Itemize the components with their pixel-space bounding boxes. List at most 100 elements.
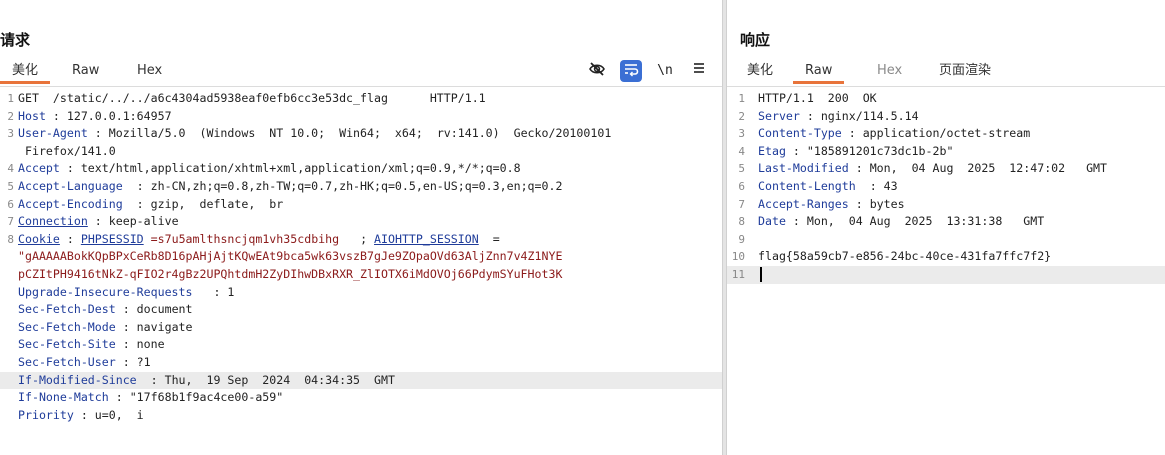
- header-name: Server: [758, 108, 800, 123]
- header-value: : 127.0.0.1:64957: [45, 108, 172, 123]
- code-line[interactable]: 3 Content-Type : application/octet-stream: [727, 125, 1165, 143]
- newline-icon[interactable]: \n: [654, 60, 676, 82]
- header-value: "gAAAAABokKQpBPxCeRb8D16pAHjAjtKQwEAt9bc…: [18, 249, 563, 264]
- code-text: User-Agent : Mozilla/5.0 (Windows NT 10.…: [18, 125, 718, 143]
- code-text: HTTP/1.1 200 OK: [758, 90, 1161, 108]
- code-line[interactable]: If-None-Match : "17f68b1f9ac4ce00-a59": [0, 389, 722, 407]
- header-name: Sec-Fetch-User: [18, 355, 116, 369]
- code-line[interactable]: 5 Last-Modified : Mon, 04 Aug 2025 12:47:…: [727, 160, 1165, 178]
- header-name: AIOHTTP_SESSION: [374, 231, 479, 246]
- code-line[interactable]: Priority : u=0, i: [0, 407, 722, 425]
- header-name: Sec-Fetch-Mode: [18, 319, 116, 334]
- code-text: Accept-Encoding : gzip, deflate, br: [18, 196, 718, 214]
- code-text: Accept-Language : zh-CN,zh;q=0.8,zh-TW;q…: [18, 178, 718, 196]
- header-name: If-None-Match: [18, 390, 109, 405]
- code-line[interactable]: 8 Cookie : PHPSESSID =s7u5amlthsncjqm1vh3…: [0, 231, 722, 249]
- code-line[interactable]: 6 Content-Length : 43: [727, 178, 1165, 196]
- tab-render[interactable]: 页面渲染: [927, 58, 1003, 84]
- header-name: Connection: [18, 214, 88, 229]
- request-panel: 请求 美化 Raw Hex \n 1 GET /static/../../a6c4…: [0, 0, 722, 455]
- code-text: pCZItPH9416tNkZ-qFIO2r4gBz2UPQhtdmH2ZyDI…: [18, 266, 718, 284]
- header-value: : navigate: [115, 319, 193, 334]
- line-number: 6: [7, 197, 14, 211]
- line-number: 8: [738, 215, 745, 229]
- header-value: : 43: [855, 179, 898, 193]
- header-value: : 1: [192, 284, 235, 299]
- header-name: Accept-Language: [18, 179, 123, 193]
- code-text: Host : 127.0.0.1:64957: [18, 108, 718, 126]
- code-text: Accept-Ranges : bytes: [758, 196, 1161, 214]
- code-line[interactable]: Sec-Fetch-Dest : document: [0, 301, 722, 319]
- tab-pretty[interactable]: 美化: [0, 58, 51, 84]
- header-value: : Mon, 04 Aug 2025 13:31:38 GMT: [785, 214, 1045, 229]
- tab-hex[interactable]: Hex: [865, 58, 914, 84]
- request-editor[interactable]: 1 GET /static/../../a6c4304ad5938eaf0efb6…: [0, 88, 722, 455]
- wrap-icon[interactable]: [620, 60, 642, 82]
- line-number: 3: [738, 127, 745, 141]
- line-number: 1: [738, 92, 745, 105]
- code-line[interactable]: 5 Accept-Language : zh-CN,zh;q=0.8,zh-TW;…: [0, 178, 722, 196]
- header-value: =s7u5amlthsncjqm1vh35cdbihg: [143, 231, 340, 246]
- code-line[interactable]: If-Modified-Since : Thu, 19 Sep 2024 04:…: [0, 371, 722, 390]
- code-line[interactable]: 11: [727, 266, 1165, 284]
- code-line[interactable]: 2 Host : 127.0.0.1:64957: [0, 108, 722, 126]
- code-text: Priority : u=0, i: [18, 407, 718, 425]
- code-text: Server : nginx/114.5.14: [758, 108, 1161, 126]
- tab-raw[interactable]: Raw: [793, 58, 845, 84]
- line-number: 5: [738, 162, 745, 176]
- code-line[interactable]: 4 Etag : "185891201c73dc1b-2b": [727, 143, 1165, 161]
- code-line[interactable]: 8 Date : Mon, 04 Aug 2025 13:31:38 GMT: [727, 213, 1165, 231]
- code-line[interactable]: 4 Accept : text/html,application/xhtml+xm…: [0, 160, 722, 178]
- code-text: Upgrade-Insecure-Requests : 1: [18, 284, 718, 302]
- header-name: Content-Type: [758, 126, 842, 141]
- tab-raw[interactable]: Raw: [60, 58, 111, 84]
- tab-hex[interactable]: Hex: [125, 58, 174, 84]
- menu-icon[interactable]: [688, 60, 710, 82]
- code-line[interactable]: "gAAAAABokKQpBPxCeRb8D16pAHjAjtKQwEAt9bc…: [0, 248, 722, 266]
- line-number: 7: [7, 215, 14, 229]
- code-line[interactable]: 9: [727, 231, 1165, 249]
- code-line[interactable]: Sec-Fetch-Site : none: [0, 336, 722, 354]
- eye-off-icon[interactable]: [586, 60, 608, 82]
- code-text: Sec-Fetch-Site : none: [18, 336, 718, 354]
- header-name: Sec-Fetch-Dest: [18, 302, 116, 317]
- code-line[interactable]: pCZItPH9416tNkZ-qFIO2r4gBz2UPQhtdmH2ZyDI…: [0, 266, 722, 284]
- line-number: 4: [738, 144, 745, 158]
- request-tabbar: 美化 Raw Hex \n: [0, 58, 722, 87]
- header-value: : Thu, 19 Sep 2024 04:34:35 GMT: [136, 372, 395, 387]
- line-number: 9: [738, 232, 745, 246]
- code-line[interactable]: Upgrade-Insecure-Requests : 1: [0, 284, 722, 302]
- code-text: If-Modified-Since : Thu, 19 Sep 2024 04:…: [18, 372, 718, 390]
- code-line[interactable]: 10 flag{58a59cb7-e856-24bc-40ce-431fa7ffc…: [727, 248, 1165, 266]
- header-name: PHPSESSID: [80, 231, 144, 246]
- line-number: 7: [738, 197, 745, 211]
- header-name: Last-Modified: [758, 161, 849, 176]
- code-line[interactable]: 6 Accept-Encoding : gzip, deflate, br: [0, 196, 722, 214]
- header-value: Firefox/141.0: [18, 143, 116, 158]
- code-text: Etag : "185891201c73dc1b-2b": [758, 143, 1161, 161]
- header-value: : Mon, 04 Aug 2025 12:47:02 GMT: [848, 161, 1108, 176]
- code-line[interactable]: Firefox/141.0: [0, 143, 722, 161]
- response-editor[interactable]: 1 HTTP/1.1 200 OK 2 Server : nginx/114.5.14…: [727, 88, 1165, 455]
- request-title: 请求: [0, 31, 31, 49]
- header-value: : nginx/114.5.14: [799, 108, 919, 123]
- code-line[interactable]: 7 Connection : keep-alive: [0, 213, 722, 231]
- code-line[interactable]: 7 Accept-Ranges : bytes: [727, 196, 1165, 214]
- code-line[interactable]: Sec-Fetch-User : ?1: [0, 354, 722, 372]
- code-line[interactable]: 3 User-Agent : Mozilla/5.0 (Windows NT 10…: [0, 125, 722, 143]
- line-number: 3: [7, 127, 14, 141]
- code-text: "gAAAAABokKQpBPxCeRb8D16pAHjAjtKQwEAt9bc…: [18, 248, 718, 266]
- code-line[interactable]: 1 HTTP/1.1 200 OK: [727, 90, 1165, 108]
- line-number: 1: [7, 92, 14, 105]
- code-line[interactable]: 2 Server : nginx/114.5.14: [727, 108, 1165, 126]
- code-text: Sec-Fetch-Mode : navigate: [18, 319, 718, 337]
- header-name: Date: [758, 214, 786, 229]
- tab-pretty[interactable]: 美化: [735, 58, 785, 84]
- header-name: Host: [18, 108, 46, 123]
- code-line[interactable]: 1 GET /static/../../a6c4304ad5938eaf0efb6…: [0, 90, 722, 108]
- code-text: Connection : keep-alive: [18, 213, 718, 231]
- header-value: : "185891201c73dc1b-2b": [785, 143, 954, 158]
- code-line[interactable]: Sec-Fetch-Mode : navigate: [0, 319, 722, 337]
- line-number: 2: [738, 109, 745, 123]
- header-name: Sec-Fetch-Site: [18, 337, 116, 352]
